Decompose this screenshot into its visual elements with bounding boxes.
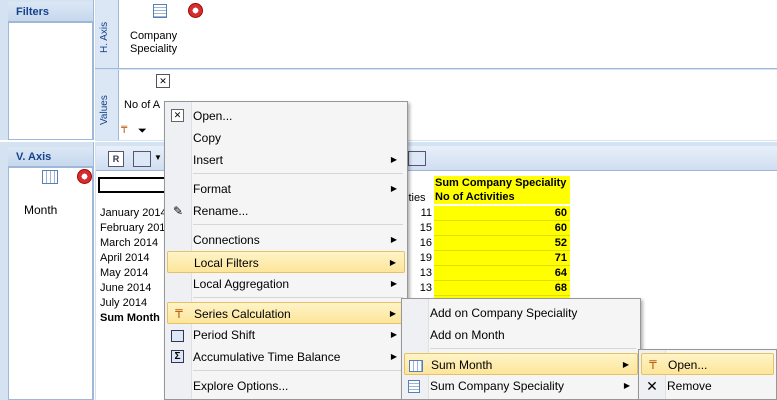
menu-separator: [193, 297, 403, 298]
vaxis-field[interactable]: Month: [24, 203, 57, 217]
remove-red-icon[interactable]: [188, 3, 203, 18]
menu-separator: [430, 348, 636, 349]
sigma-icon: Σ: [171, 350, 184, 363]
col-header-partial: ities: [406, 192, 426, 204]
menu-item-rename[interactable]: ✎ Rename...: [167, 200, 405, 222]
excel-icon[interactable]: ✕: [156, 74, 170, 88]
menu-item-format[interactable]: Format ▶: [167, 178, 405, 200]
calendar-icon: [409, 360, 423, 372]
col-header-1: Sum Company Speciality: [435, 177, 567, 189]
haxis-label: H. Axis: [99, 21, 110, 54]
filter-icon[interactable]: ⏷: [138, 125, 150, 137]
count-cell: 13: [419, 267, 432, 279]
submenu-item-remove[interactable]: ✕ Remove: [641, 375, 774, 397]
grid-selected-cell[interactable]: [98, 177, 172, 193]
menu-separator: [193, 370, 403, 371]
row-label: March 2014: [100, 237, 159, 249]
submenu-arrow-icon: ▶: [390, 279, 397, 288]
row-label-total: Sum Month: [100, 312, 160, 324]
submenu-arrow-icon: ▶: [390, 184, 397, 193]
toolbar-icon-right[interactable]: [408, 151, 426, 166]
pencil-icon: ✎: [172, 204, 184, 218]
menu-item-insert[interactable]: Insert ▶: [167, 149, 405, 171]
table-icon: [408, 380, 420, 393]
filters-header: Filters: [8, 2, 93, 22]
haxis-drop-area[interactable]: [119, 0, 777, 68]
sum-cell: 60: [434, 221, 570, 236]
sum-cell: 68: [434, 281, 570, 296]
report-icon[interactable]: R: [108, 151, 124, 167]
submenu-arrow-icon: ▶: [389, 258, 396, 267]
menu-item-open[interactable]: ✕ Open...: [167, 105, 405, 127]
row-label: February 2014: [100, 222, 172, 234]
count-cell: 11: [420, 207, 432, 219]
menu-separator: [193, 224, 403, 225]
row-label: July 2014: [100, 297, 148, 309]
calendar-icon[interactable]: [42, 170, 58, 184]
sum-month-submenu: ₸ Open... ✕ Remove: [638, 349, 777, 400]
count-cell: 19: [419, 252, 432, 264]
values-field[interactable]: No of A: [124, 99, 160, 111]
col-header-2: No of Activities: [435, 191, 515, 203]
menu-item-period-shift[interactable]: Period Shift ▶: [167, 324, 405, 346]
haxis-field[interactable]: Company Speciality: [130, 30, 180, 56]
context-menu: ✕ Open... Copy Insert ▶ Format ▶ ✎ Renam…: [164, 101, 408, 400]
menu-item-explore-options[interactable]: Explore Options...: [167, 375, 405, 397]
sum-cell: 60: [434, 206, 570, 221]
submenu-item-sum-company-speciality[interactable]: Sum Company Speciality ▶: [404, 375, 638, 397]
count-cell: 16: [419, 237, 432, 249]
menu-separator: [193, 173, 403, 174]
open-icon: ✕: [171, 109, 184, 122]
row-label: June 2014: [100, 282, 152, 294]
submenu-arrow-icon: ▶: [623, 381, 630, 390]
row-label: January 2014: [100, 207, 167, 219]
menu-item-series-calculation[interactable]: ₸ Series Calculation ▶: [167, 302, 405, 324]
sum-cell: 64: [434, 266, 570, 281]
submenu-arrow-icon: ▶: [622, 360, 629, 369]
submenu-arrow-icon: ▶: [390, 330, 397, 339]
values-label: Values: [99, 95, 110, 125]
remove-red-icon-2[interactable]: [77, 169, 92, 184]
submenu-item-add-month[interactable]: Add on Month: [404, 324, 638, 346]
row-label: May 2014: [100, 267, 149, 279]
row-label: April 2014: [100, 252, 150, 264]
submenu-item-add-company-speciality[interactable]: Add on Company Speciality: [404, 302, 638, 324]
sum-cell: 71: [434, 251, 570, 266]
chevron-down-icon[interactable]: ▼: [154, 153, 162, 162]
close-icon: ✕: [646, 378, 658, 394]
menu-item-local-filters[interactable]: Local Filters ▶: [167, 251, 405, 273]
submenu-arrow-icon: ▶: [390, 235, 397, 244]
count-cell: 15: [419, 222, 432, 234]
series-calc-icon: ₸: [175, 307, 183, 321]
vaxis-header: V. Axis: [8, 147, 93, 167]
count-cell: 13: [419, 282, 432, 294]
submenu-arrow-icon: ▶: [389, 309, 396, 318]
submenu-arrow-icon: ▶: [390, 352, 397, 361]
series-calc-small-icon[interactable]: ₸: [121, 125, 131, 137]
menu-item-accumulative-time-balance[interactable]: Σ Accumulative Time Balance ▶: [167, 346, 405, 368]
vaxis-body[interactable]: [8, 167, 93, 400]
submenu-arrow-icon: ▶: [390, 155, 397, 164]
sum-cell: 52: [434, 236, 570, 251]
table-icon[interactable]: [153, 4, 167, 18]
menu-item-copy[interactable]: Copy: [167, 127, 405, 149]
layout-icon[interactable]: [133, 151, 151, 167]
menu-item-local-aggregation[interactable]: Local Aggregation ▶: [167, 273, 405, 295]
series-calc-icon: ₸: [649, 358, 657, 372]
series-calculation-submenu: Add on Company Speciality Add on Month S…: [401, 298, 641, 400]
filters-body[interactable]: [8, 22, 93, 140]
submenu-item-sum-month[interactable]: Sum Month ▶: [404, 353, 638, 375]
submenu-item-open[interactable]: ₸ Open...: [641, 353, 774, 375]
period-shift-icon: [171, 330, 184, 342]
menu-item-connections[interactable]: Connections ▶: [167, 229, 405, 251]
